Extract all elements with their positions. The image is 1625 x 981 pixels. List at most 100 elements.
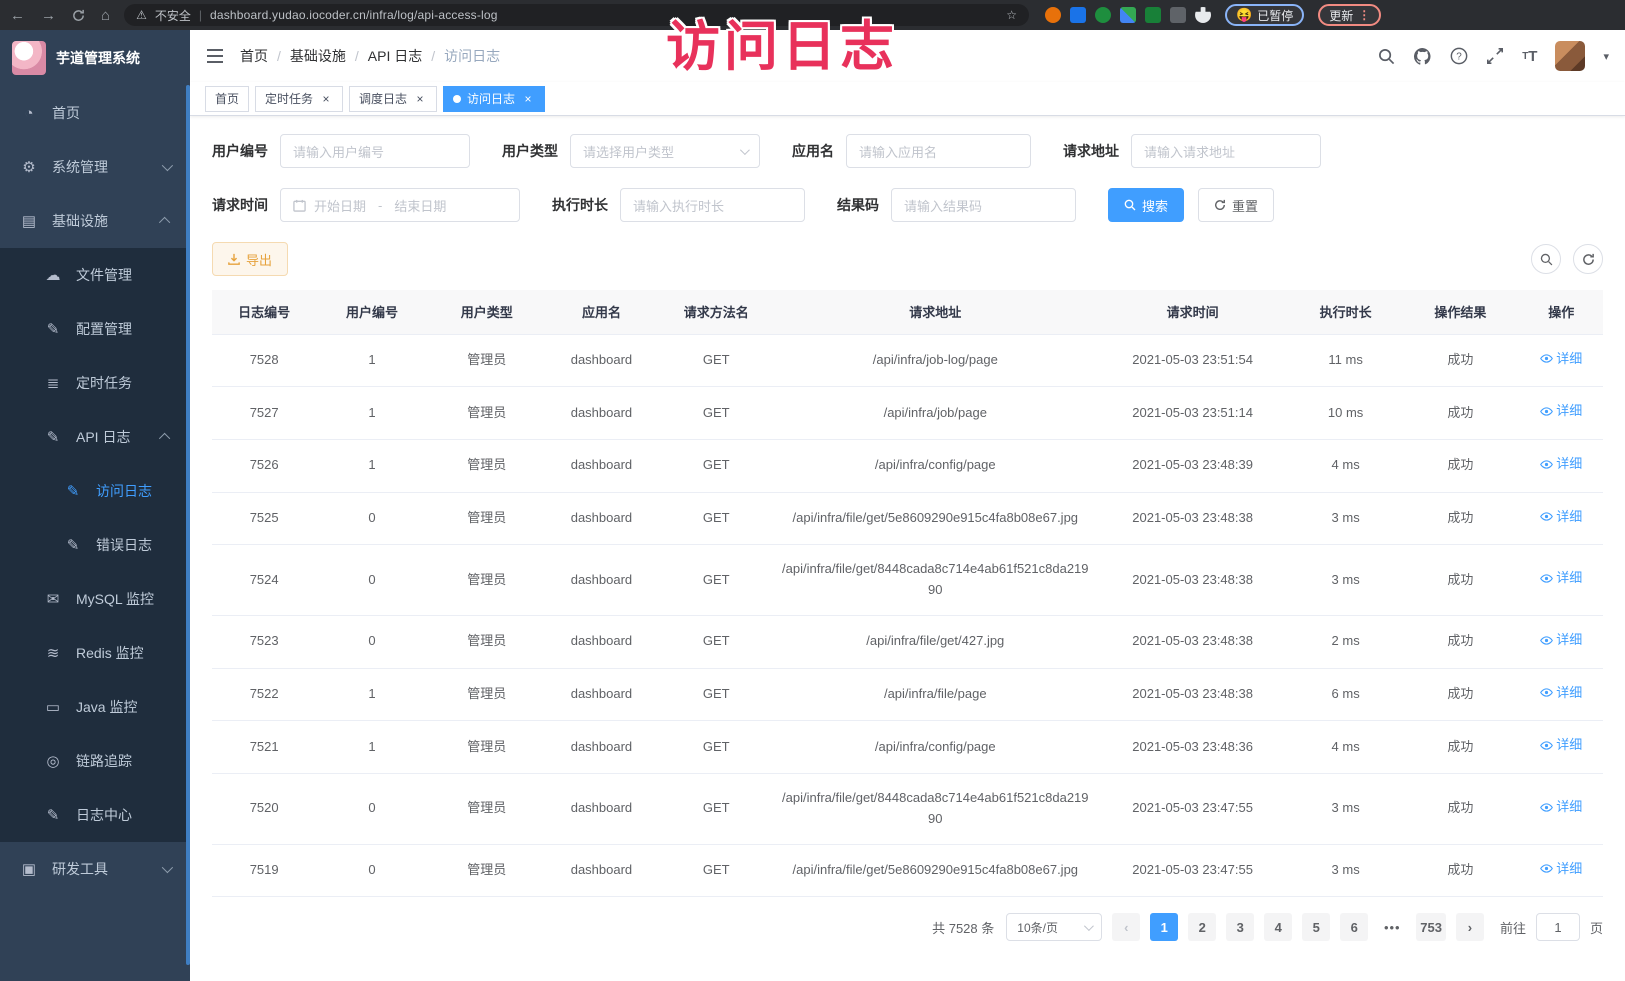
- table-cell-actions: 详细: [1519, 439, 1603, 492]
- close-icon[interactable]: ×: [319, 92, 333, 106]
- close-icon[interactable]: ×: [413, 92, 427, 106]
- user-id-input[interactable]: 请输入用户编号: [280, 134, 470, 168]
- sidebar-item-dev-tools[interactable]: ▣研发工具: [0, 842, 190, 896]
- extension-icon[interactable]: [1120, 7, 1136, 23]
- browser-menu-icon[interactable]: ⋮: [1358, 8, 1370, 22]
- close-icon[interactable]: ×: [521, 92, 535, 106]
- sidebar-item-java-monitor[interactable]: ▭Java 监控: [0, 680, 190, 734]
- extension-icon[interactable]: [1070, 7, 1086, 23]
- tag-首页[interactable]: 首页: [205, 86, 249, 112]
- sidebar-item-system[interactable]: ⚙系统管理: [0, 140, 190, 194]
- page-size-select[interactable]: 10条/页: [1006, 913, 1102, 941]
- page-button-3[interactable]: 3: [1226, 913, 1254, 941]
- prev-page-button[interactable]: ‹: [1112, 913, 1140, 941]
- detail-link[interactable]: 详细: [1540, 797, 1582, 818]
- extension-icon[interactable]: [1170, 7, 1186, 23]
- sidebar-item-scheduled-jobs[interactable]: ≣定时任务: [0, 356, 190, 410]
- detail-link[interactable]: 详细: [1540, 349, 1582, 370]
- table-cell-actions: 详细: [1519, 773, 1603, 844]
- github-icon[interactable]: [1413, 47, 1432, 66]
- browser-reload-icon[interactable]: [72, 9, 85, 22]
- tag-调度日志[interactable]: 调度日志×: [349, 86, 437, 112]
- bookmark-star-icon[interactable]: ☆: [1006, 8, 1017, 22]
- export-button[interactable]: 导出: [212, 242, 288, 276]
- table-cell: 4 ms: [1290, 439, 1401, 492]
- header-search-icon[interactable]: [1378, 48, 1395, 65]
- next-page-button[interactable]: ›: [1456, 913, 1484, 941]
- request-time-range-picker[interactable]: 开始日期 - 结束日期: [280, 188, 520, 222]
- detail-link[interactable]: 详细: [1540, 401, 1582, 422]
- goto-page-input[interactable]: [1536, 913, 1580, 941]
- tag-访问日志[interactable]: 访问日志×: [443, 86, 545, 112]
- avatar-caret-icon[interactable]: ▾: [1603, 50, 1609, 63]
- sidebar-item-config-manage[interactable]: ✎配置管理: [0, 302, 190, 356]
- search-button[interactable]: 搜索: [1108, 188, 1184, 222]
- page-button-2[interactable]: 2: [1188, 913, 1216, 941]
- detail-link[interactable]: 详细: [1540, 568, 1582, 589]
- sidebar-item-mysql-monitor[interactable]: ✉MySQL 监控: [0, 572, 190, 626]
- extension-icon[interactable]: [1045, 7, 1061, 23]
- user-type-select[interactable]: 请选择用户类型: [570, 134, 760, 168]
- duration-input[interactable]: 请输入执行时长: [620, 188, 805, 222]
- chevron-down-icon: [162, 862, 173, 873]
- table-cell: 成功: [1401, 721, 1519, 774]
- table-cell: 成功: [1401, 615, 1519, 668]
- browser-update-button[interactable]: 更新 ⋮: [1318, 4, 1381, 26]
- breadcrumb-item[interactable]: API 日志: [368, 46, 422, 66]
- sidebar-item-infrastructure[interactable]: ▤基础设施: [0, 194, 190, 248]
- detail-link[interactable]: 详细: [1540, 507, 1582, 528]
- sidebar-item-label: 研发工具: [52, 859, 148, 879]
- profile-chip[interactable]: 😝 已暂停: [1225, 4, 1304, 26]
- extension-icon[interactable]: [1095, 7, 1111, 23]
- app-logo-row[interactable]: 芋道管理系统: [0, 30, 190, 86]
- sidebar-item-redis-monitor[interactable]: ≋Redis 监控: [0, 626, 190, 680]
- sidebar-item-home[interactable]: ◔首页: [0, 86, 190, 140]
- detail-link[interactable]: 详细: [1540, 859, 1582, 880]
- page-button-1[interactable]: 1: [1150, 913, 1178, 941]
- table-cell-actions: 详细: [1519, 334, 1603, 387]
- reset-button[interactable]: 重置: [1198, 188, 1274, 222]
- sidebar-item-error-log[interactable]: ✎错误日志: [0, 518, 190, 572]
- detail-link-label: 详细: [1556, 454, 1582, 475]
- sidebar-item-link-trace[interactable]: ◎链路追踪: [0, 734, 190, 788]
- address-bar[interactable]: ⚠ 不安全 | dashboard.yudao.iocoder.cn/infra…: [124, 4, 1029, 26]
- page-button-6[interactable]: 6: [1340, 913, 1368, 941]
- detail-link[interactable]: 详细: [1540, 683, 1582, 704]
- sidebar-item-log-center[interactable]: ✎日志中心: [0, 788, 190, 842]
- hamburger-icon[interactable]: [206, 48, 224, 64]
- browser-back-icon[interactable]: ←: [10, 7, 25, 24]
- browser-home-icon[interactable]: ⌂: [101, 7, 110, 24]
- request-url-input[interactable]: 请输入请求地址: [1131, 134, 1321, 168]
- app-logo: [12, 41, 46, 75]
- result-code-input[interactable]: 请输入结果码: [891, 188, 1076, 222]
- detail-link[interactable]: 详细: [1540, 735, 1582, 756]
- fullscreen-icon[interactable]: [1486, 47, 1504, 65]
- app-name-input[interactable]: 请输入应用名: [846, 134, 1031, 168]
- extensions-puzzle-icon[interactable]: [1195, 7, 1211, 23]
- page-button-753[interactable]: 753: [1416, 913, 1446, 941]
- sidebar-item-label: 错误日志: [96, 535, 174, 555]
- help-icon[interactable]: ?: [1450, 47, 1468, 65]
- sidebar-item-api-log[interactable]: ✎API 日志: [0, 410, 190, 464]
- detail-link[interactable]: 详细: [1540, 454, 1582, 475]
- table-cell: 2021-05-03 23:51:54: [1095, 334, 1290, 387]
- tag-label: 定时任务: [265, 90, 313, 107]
- refresh-table-button[interactable]: [1573, 244, 1603, 274]
- url-text: dashboard.yudao.iocoder.cn/infra/log/api…: [210, 8, 998, 22]
- breadcrumb-item[interactable]: 基础设施: [290, 46, 346, 66]
- page-button-4[interactable]: 4: [1264, 913, 1292, 941]
- browser-forward-icon[interactable]: →: [41, 7, 56, 24]
- sidebar-item-access-log[interactable]: ✎访问日志: [0, 464, 190, 518]
- detail-link[interactable]: 详细: [1540, 630, 1582, 651]
- sidebar-item-file-manage[interactable]: ☁文件管理: [0, 248, 190, 302]
- tag-定时任务[interactable]: 定时任务 ×: [255, 86, 343, 112]
- font-size-icon[interactable]: TT: [1522, 48, 1537, 65]
- user-avatar[interactable]: [1555, 41, 1585, 71]
- page-button-5[interactable]: 5: [1302, 913, 1330, 941]
- table-row: 75200管理员dashboardGET/api/infra/file/get/…: [212, 773, 1603, 844]
- table-cell: 0: [316, 615, 427, 668]
- toggle-search-button[interactable]: [1531, 244, 1561, 274]
- translate-extension-icon[interactable]: [1145, 7, 1161, 23]
- app-name-label: 应用名: [792, 141, 834, 161]
- breadcrumb-item[interactable]: 首页: [240, 46, 268, 66]
